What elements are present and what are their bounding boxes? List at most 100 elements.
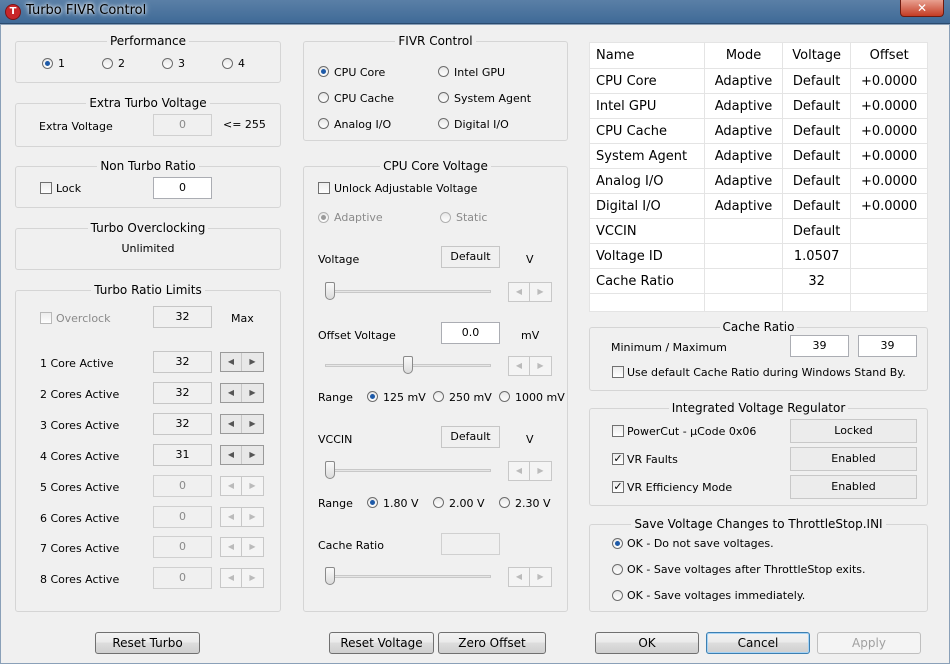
cache-ratio-max-input[interactable]: 39	[858, 335, 917, 357]
vr-faults-checkbox[interactable]: ✓	[612, 453, 624, 465]
spin-left-arrow-icon[interactable]: ◀	[221, 414, 242, 433]
spin-right-arrow-icon[interactable]: ▶	[242, 446, 263, 464]
non-turbo-ratio-input[interactable]: 0	[153, 177, 212, 199]
spin-left-arrow-icon[interactable]: ◀	[509, 283, 530, 301]
spin-right-arrow-icon[interactable]: ▶	[530, 568, 551, 586]
spin-left-arrow-icon[interactable]: ◀	[221, 445, 242, 464]
unlock-voltage-checkbox[interactable]	[318, 182, 330, 194]
spin-left-arrow-icon[interactable]: ◀	[221, 476, 242, 495]
table-row: Digital I/O Adaptive Default +0.0000	[588, 193, 928, 219]
performance-label-3: 3	[178, 57, 185, 70]
offset-range-radio-125[interactable]	[367, 391, 378, 402]
spin-right-arrow-icon[interactable]: ▶	[530, 283, 551, 301]
ratio-row-value[interactable]: 0	[153, 505, 212, 528]
spin-right-arrow-icon[interactable]: ▶	[530, 462, 551, 480]
performance-radio-4[interactable]	[222, 58, 233, 69]
cache-ratio-min-input[interactable]: 39	[790, 335, 849, 357]
vccin-range-radio-230[interactable]	[499, 497, 510, 508]
vccin-range-radio-200[interactable]	[433, 497, 444, 508]
spin-left-arrow-icon[interactable]: ◀	[221, 507, 242, 526]
powercut-checkbox[interactable]	[612, 425, 624, 437]
ratio-row-value[interactable]: 32	[153, 412, 212, 435]
cache-ratio-slider[interactable]	[325, 567, 491, 587]
spin-right-arrow-icon[interactable]: ▶	[242, 508, 263, 526]
ratio-row-label: 5 Cores Active	[40, 480, 120, 494]
close-button[interactable]: ✕	[900, 0, 944, 17]
table-cell: Default	[782, 168, 852, 194]
ratio-row-spinner[interactable]: ◀ ▶	[220, 352, 264, 372]
vccin-spinner[interactable]: ◀ ▶	[508, 461, 552, 481]
fivr-radio-analog-io[interactable]	[318, 118, 329, 129]
cancel-button[interactable]: Cancel	[706, 632, 810, 654]
offset-voltage-slider-thumb[interactable]	[403, 356, 413, 374]
ratio-row-spinner[interactable]: ◀ ▶	[220, 568, 264, 589]
vccin-range-radio-180[interactable]	[367, 497, 378, 508]
ratio-row-value[interactable]: 32	[153, 381, 212, 404]
zero-offset-button[interactable]: Zero Offset	[438, 632, 546, 654]
spin-left-arrow-icon[interactable]: ◀	[221, 383, 242, 402]
vccin-slider[interactable]	[325, 461, 491, 481]
performance-radio-2[interactable]	[102, 58, 113, 69]
offset-voltage-input[interactable]: 0.0	[441, 322, 500, 344]
reset-turbo-button[interactable]: Reset Turbo	[95, 632, 200, 654]
ratio-row-spinner[interactable]: ◀ ▶	[220, 506, 264, 527]
save-radio-on-exit[interactable]	[612, 564, 623, 575]
ratio-row-value[interactable]: 0	[153, 536, 212, 559]
ratio-row-spinner[interactable]: ◀ ▶	[220, 537, 264, 558]
performance-radio-3[interactable]	[162, 58, 173, 69]
vccin-slider-thumb[interactable]	[325, 461, 335, 479]
fivr-radio-digital-io[interactable]	[438, 118, 449, 129]
ratio-row-spinner[interactable]: ◀ ▶	[220, 413, 264, 434]
ratio-row-spinner[interactable]: ◀ ▶	[220, 475, 264, 496]
ratio-row-label: 3 Cores Active	[40, 418, 120, 432]
spin-left-arrow-icon[interactable]: ◀	[509, 357, 530, 375]
spin-right-arrow-icon[interactable]: ▶	[242, 384, 263, 402]
vccin-range-label-180: 1.80 V	[383, 497, 419, 510]
offset-range-label-1000: 1000 mV	[515, 391, 565, 404]
voltage-slider-thumb[interactable]	[325, 282, 335, 300]
spin-left-arrow-icon[interactable]: ◀	[221, 569, 242, 588]
fivr-radio-cpu-cache[interactable]	[318, 92, 329, 103]
adaptive-radio[interactable]	[318, 212, 329, 223]
offset-voltage-spinner[interactable]: ◀ ▶	[508, 356, 552, 376]
ratio-row-spinner[interactable]: ◀ ▶	[220, 382, 264, 403]
default-cache-ratio-checkbox[interactable]	[612, 366, 624, 378]
spin-left-arrow-icon[interactable]: ◀	[221, 538, 242, 557]
performance-radio-1[interactable]	[42, 58, 53, 69]
ratio-row-value[interactable]: 0	[153, 474, 212, 497]
fivr-radio-intel-gpu[interactable]	[438, 66, 449, 77]
ratio-row-value[interactable]: 0	[153, 567, 212, 590]
ratio-row-spinner[interactable]: ◀ ▶	[220, 444, 264, 465]
fivr-radio-cpu-core[interactable]	[318, 66, 329, 77]
apply-button[interactable]: Apply	[817, 632, 921, 654]
static-radio[interactable]	[440, 212, 451, 223]
offset-range-radio-1000[interactable]	[499, 391, 510, 402]
lock-checkbox[interactable]	[40, 182, 52, 194]
offset-voltage-slider[interactable]	[325, 356, 491, 376]
cache-ratio-slider-thumb[interactable]	[325, 567, 335, 585]
spin-right-arrow-icon[interactable]: ▶	[242, 538, 263, 556]
non-turbo-title: Non Turbo Ratio	[97, 159, 199, 173]
extra-voltage-input[interactable]: 0	[153, 114, 212, 136]
spin-right-arrow-icon[interactable]: ▶	[242, 569, 263, 587]
spin-left-arrow-icon[interactable]: ◀	[221, 353, 242, 371]
voltage-spinner[interactable]: ◀ ▶	[508, 282, 552, 302]
overclock-checkbox[interactable]	[40, 312, 52, 324]
spin-right-arrow-icon[interactable]: ▶	[530, 357, 551, 375]
voltage-slider[interactable]	[325, 282, 491, 302]
vr-efficiency-checkbox[interactable]: ✓	[612, 481, 624, 493]
ratio-row-value[interactable]: 32	[153, 351, 212, 373]
spin-right-arrow-icon[interactable]: ▶	[242, 353, 263, 371]
spin-right-arrow-icon[interactable]: ▶	[242, 477, 263, 495]
save-radio-immediately[interactable]	[612, 590, 623, 601]
ratio-row-value[interactable]: 31	[153, 443, 212, 466]
save-radio-no-save[interactable]	[612, 538, 623, 549]
reset-voltage-button[interactable]: Reset Voltage	[329, 632, 434, 654]
offset-range-radio-250[interactable]	[433, 391, 444, 402]
spin-left-arrow-icon[interactable]: ◀	[509, 462, 530, 480]
spin-right-arrow-icon[interactable]: ▶	[242, 415, 263, 433]
cache-ratio-spinner[interactable]: ◀ ▶	[508, 567, 552, 587]
spin-left-arrow-icon[interactable]: ◀	[509, 568, 530, 586]
ok-button[interactable]: OK	[595, 632, 699, 654]
fivr-radio-system-agent[interactable]	[438, 92, 449, 103]
